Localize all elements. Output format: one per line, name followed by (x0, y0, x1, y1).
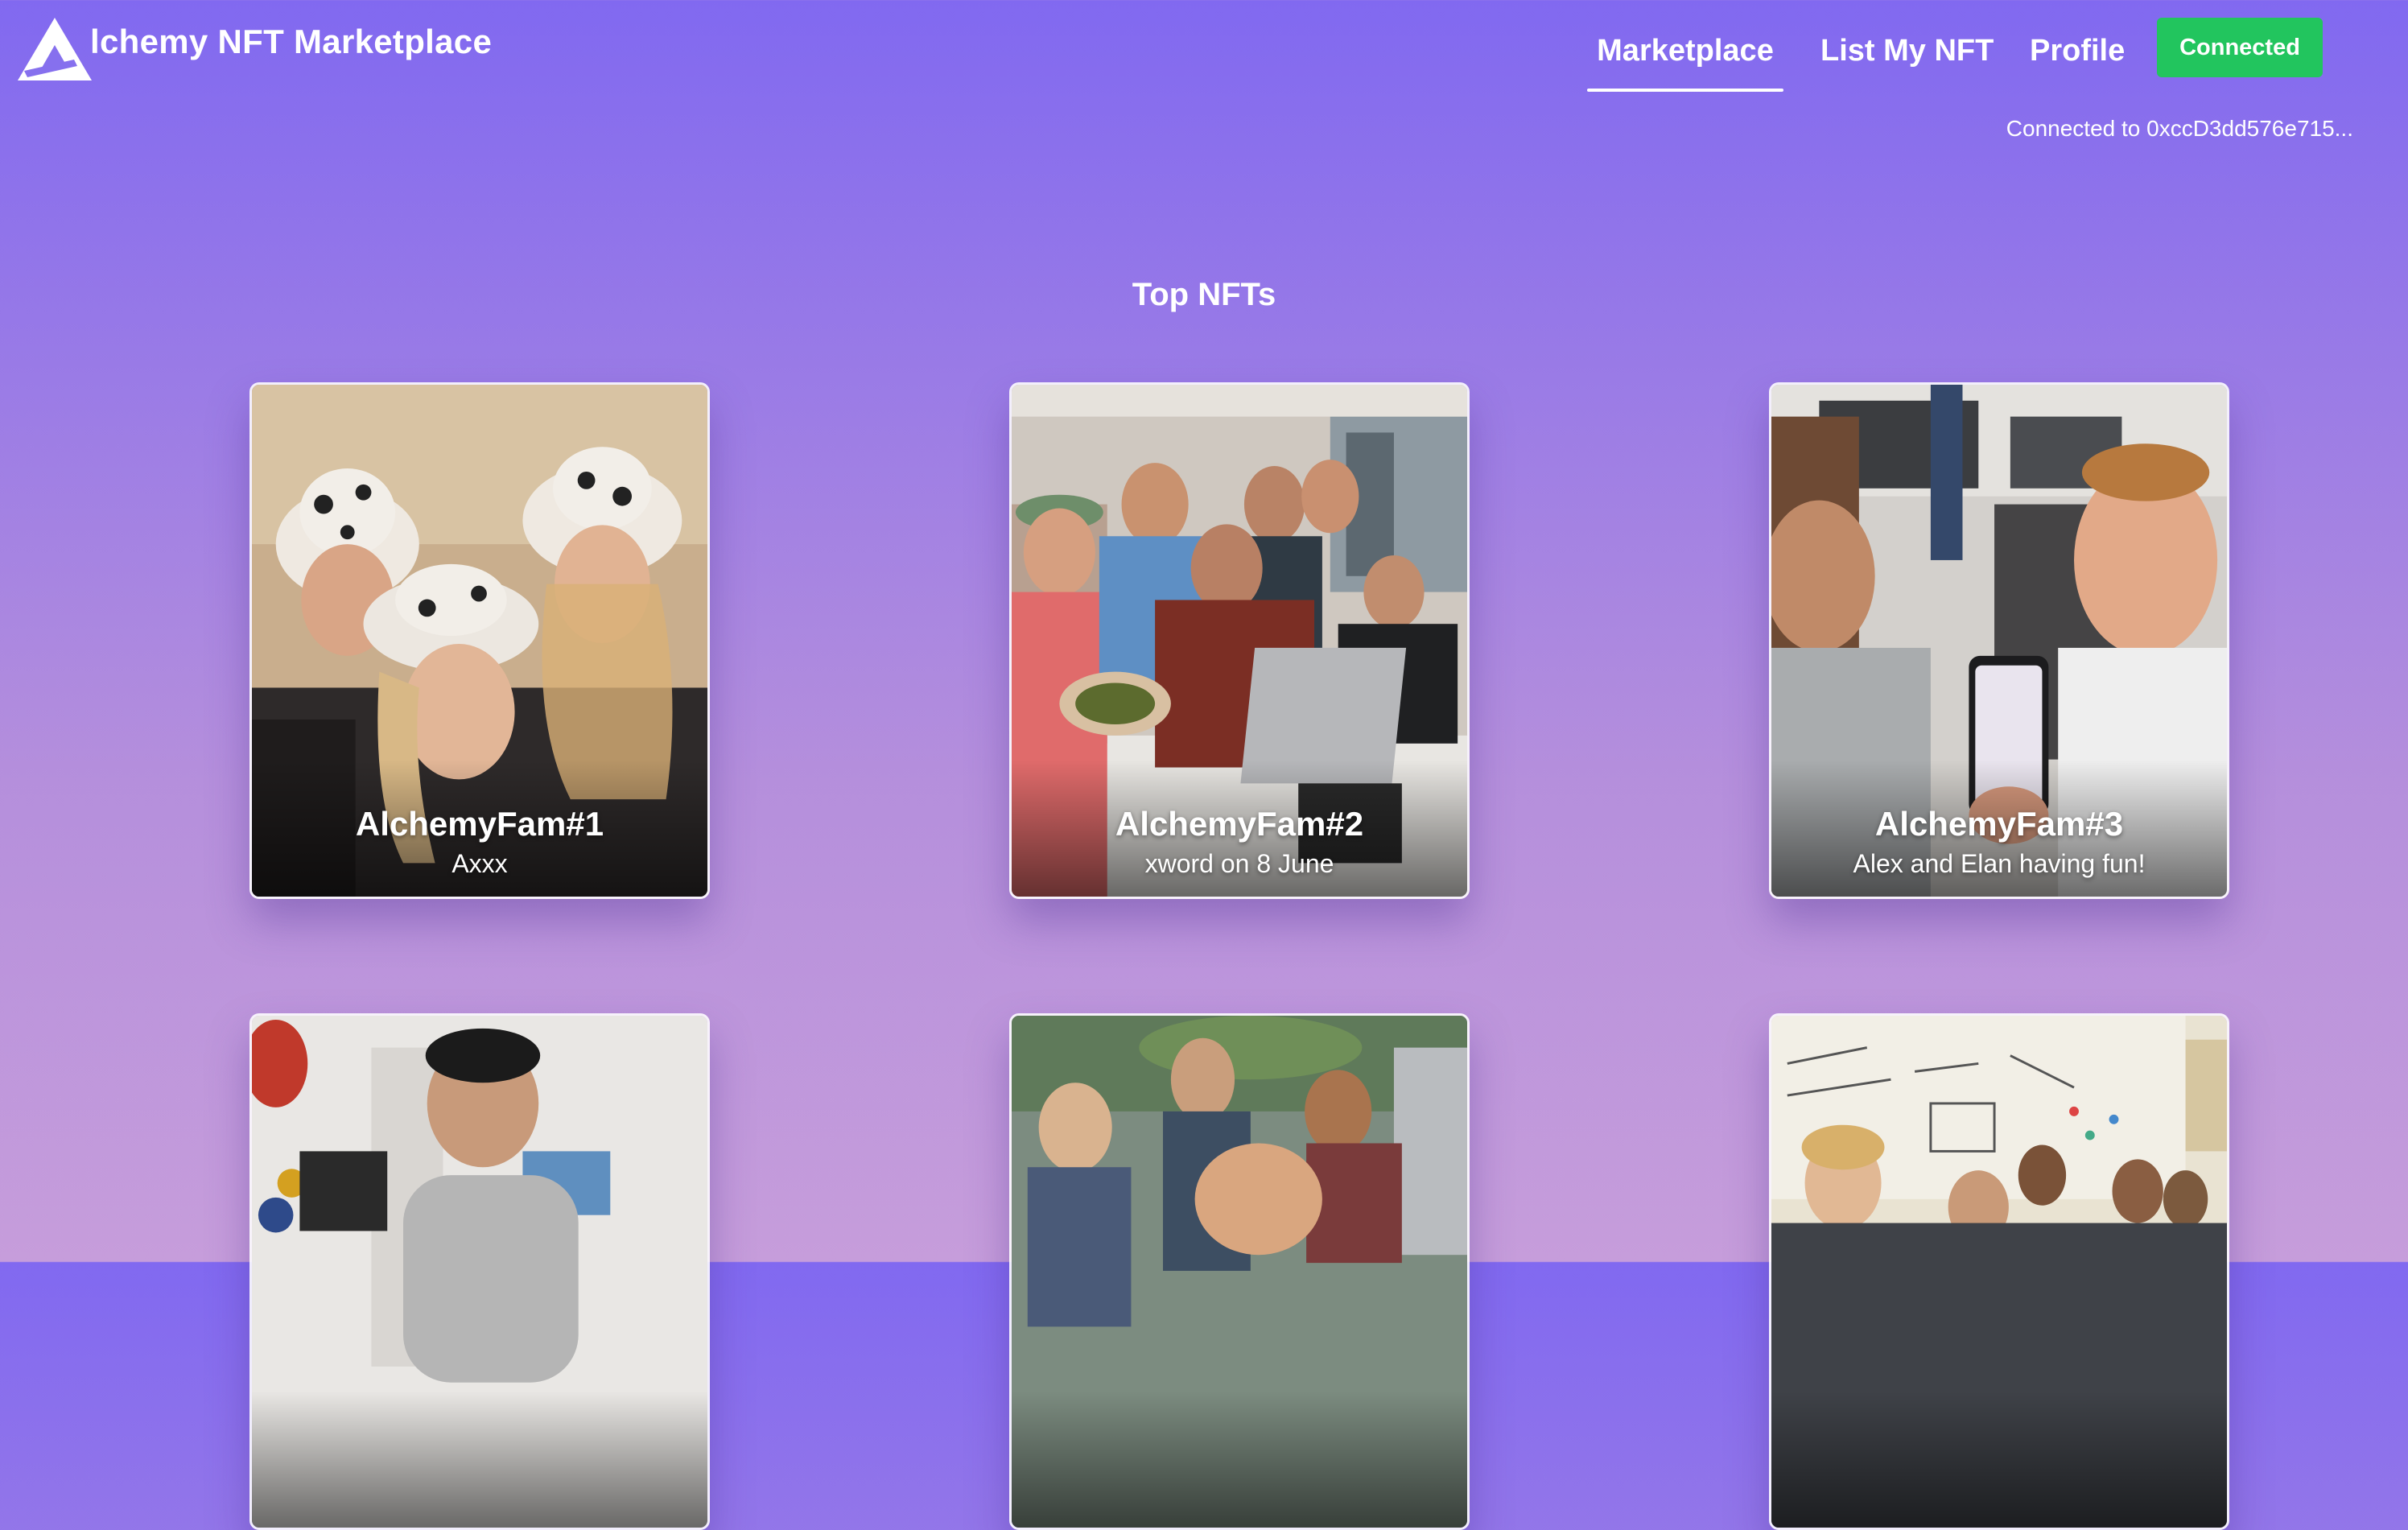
nav-profile[interactable]: Profile (2030, 34, 2125, 68)
nav-list-my-nft[interactable]: List My NFT (1820, 34, 1994, 68)
app-title: lchemy NFT Marketplace (90, 23, 493, 60)
nft-title: AlchemyFam#2 (1115, 805, 1364, 843)
nav-active-indicator (1587, 89, 1783, 92)
alchemy-logo-icon[interactable] (18, 18, 92, 80)
nft-card[interactable]: AlchemyFam#3 Alex and Elan having fun! (1769, 382, 2229, 899)
nft-description: xword on 8 June (1144, 849, 1334, 878)
nav-marketplace[interactable]: Marketplace (1587, 34, 1783, 68)
nft-card[interactable] (1769, 1013, 2229, 1530)
nft-title: AlchemyFam#1 (355, 805, 604, 843)
connect-wallet-button[interactable]: Connected (2157, 18, 2323, 77)
card-overlay (252, 1391, 707, 1528)
nft-card[interactable] (249, 1013, 710, 1530)
nft-card[interactable] (1009, 1013, 1470, 1530)
card-overlay (1771, 1391, 2227, 1528)
nft-description: Alex and Elan having fun! (1853, 849, 2146, 878)
nft-title: AlchemyFam#3 (1874, 805, 2124, 843)
page-heading: Top NFTs (1132, 277, 1276, 312)
nft-description: Axxx (452, 849, 508, 878)
nft-card[interactable]: AlchemyFam#1 Axxx (249, 382, 710, 899)
wallet-status: Connected to 0xccD3dd576e715... (2006, 116, 2353, 141)
card-overlay (1012, 1391, 1467, 1528)
nft-card[interactable]: AlchemyFam#2 xword on 8 June (1009, 382, 1470, 899)
